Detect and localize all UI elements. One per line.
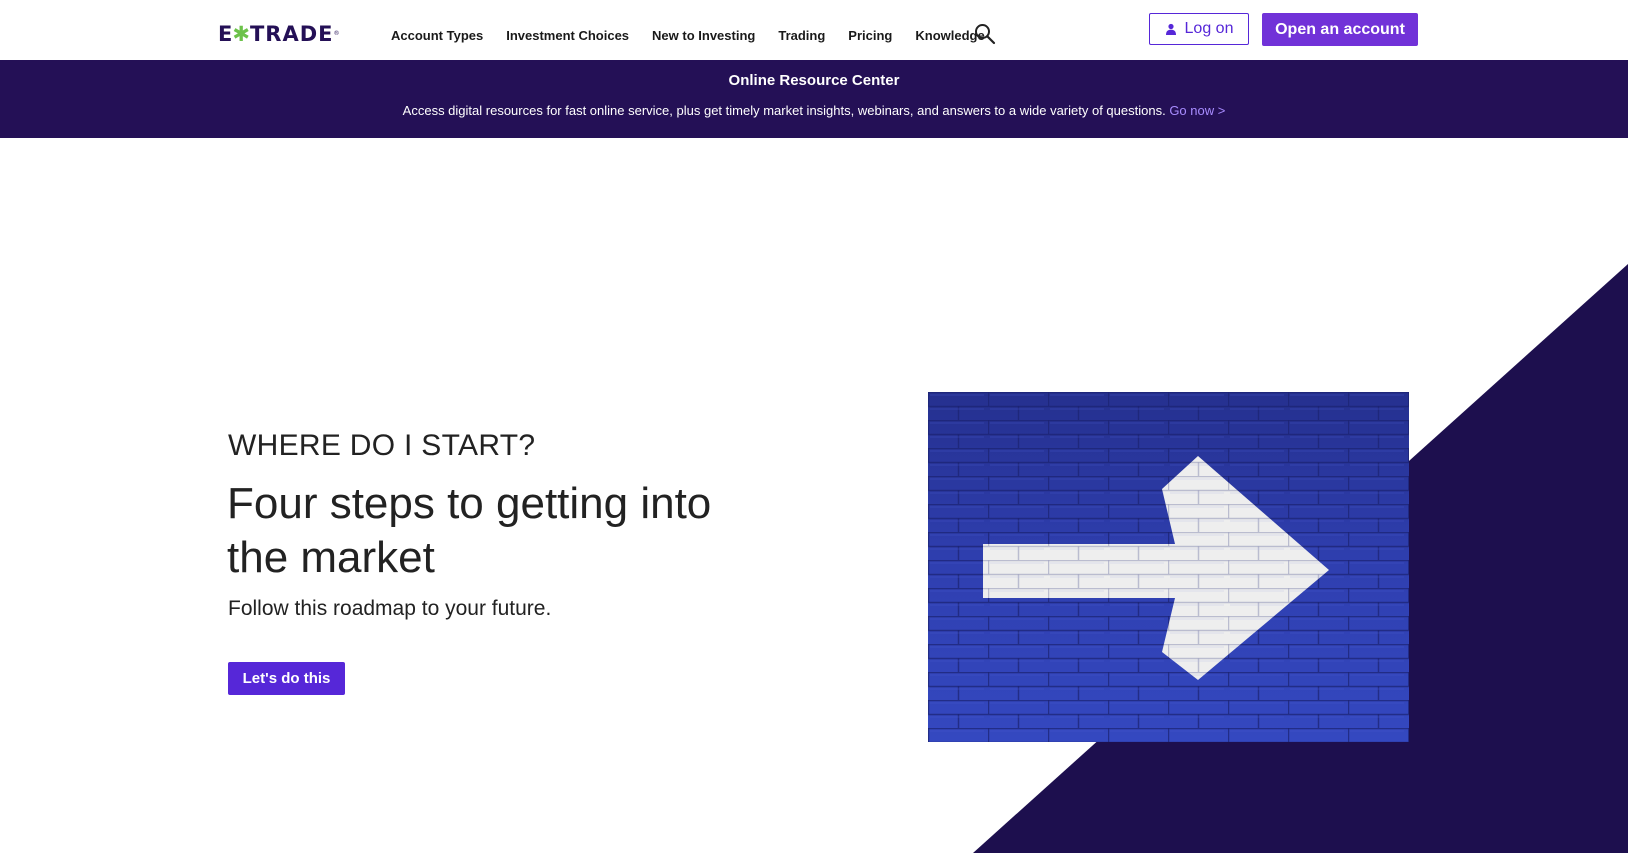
user-icon xyxy=(1165,23,1177,35)
nav-investment-choices[interactable]: Investment Choices xyxy=(506,28,629,43)
search-icon[interactable] xyxy=(973,22,997,46)
site-header: E✱TRADE® Account Types Investment Choice… xyxy=(0,0,1628,61)
banner-description: Access digital resources for fast online… xyxy=(402,103,1166,118)
logo-text-right: TRADE xyxy=(249,22,334,46)
go-now-link[interactable]: Go now > xyxy=(1169,103,1225,118)
nav-trading[interactable]: Trading xyxy=(778,28,825,43)
hero-subline: Follow this roadmap to your future. xyxy=(228,597,552,620)
logo-text-left: E xyxy=(218,22,234,46)
banner-text-row: Access digital resources for fast online… xyxy=(0,103,1628,118)
log-on-label: Log on xyxy=(1184,20,1234,37)
logo-registered-mark: ® xyxy=(333,30,341,37)
nav-new-to-investing[interactable]: New to Investing xyxy=(652,28,755,43)
nav-pricing[interactable]: Pricing xyxy=(848,28,892,43)
hero-eyebrow: WHERE DO I START? xyxy=(228,429,536,462)
banner-title: Online Resource Center xyxy=(728,72,900,89)
open-account-button[interactable]: Open an account xyxy=(1262,13,1418,46)
hero-arrow-brick-image xyxy=(928,392,1409,742)
log-on-button[interactable]: Log on xyxy=(1149,13,1249,45)
lets-do-this-button[interactable]: Let's do this xyxy=(228,662,345,695)
logo-star-icon: ✱ xyxy=(232,22,251,46)
resource-center-banner: Online Resource Center Access digital re… xyxy=(0,60,1628,138)
hero-headline: Four steps to getting into the market xyxy=(227,479,712,582)
main-nav: Account Types Investment Choices New to … xyxy=(391,28,1008,43)
etrade-logo[interactable]: E✱TRADE® xyxy=(218,22,341,46)
nav-account-types[interactable]: Account Types xyxy=(391,28,483,43)
